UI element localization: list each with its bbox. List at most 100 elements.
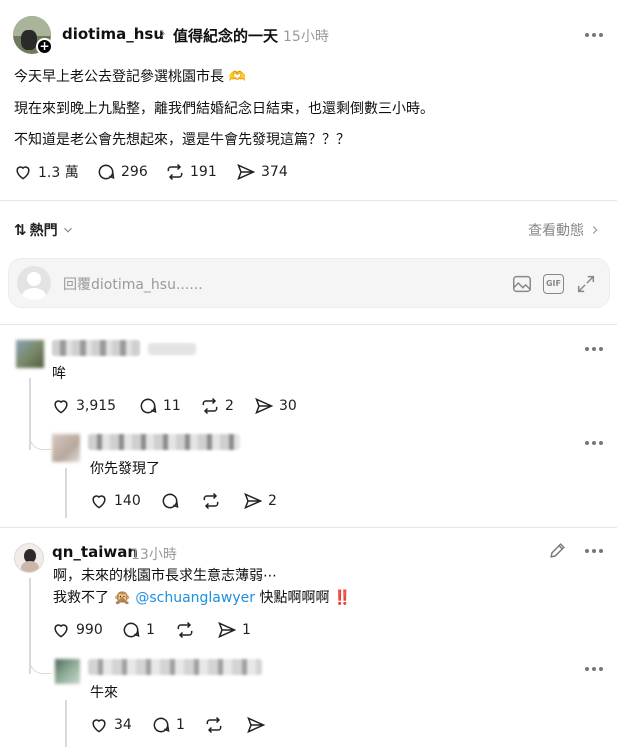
post-more-icon[interactable]: [583, 28, 605, 42]
nested2-share-button[interactable]: [246, 715, 266, 735]
nested1-text: 你先發現了: [90, 461, 160, 477]
reply2-more-icon[interactable]: [583, 544, 605, 558]
reply1-share-button[interactable]: 30: [254, 396, 297, 416]
post-share-button[interactable]: 374: [236, 162, 288, 182]
post-topic[interactable]: 值得紀念的一天: [173, 25, 278, 46]
sort-dropdown[interactable]: ⇅ 熱門: [14, 220, 75, 240]
divider: [0, 324, 617, 325]
nested1-comment-button[interactable]: [160, 491, 180, 511]
reply1-username-blurred[interactable]: [52, 340, 140, 356]
nested1-avatar[interactable]: [52, 434, 80, 462]
reply2-share-count: 1: [242, 622, 251, 638]
mention-link[interactable]: @schuanglawyer: [135, 590, 255, 606]
post-like-button[interactable]: 1.3 萬: [13, 162, 79, 182]
reply2-avatar[interactable]: [14, 543, 44, 573]
nested2-text: 牛來: [90, 685, 118, 701]
comment-icon: [153, 717, 170, 733]
post-username[interactable]: diotima_hsu: [62, 25, 164, 43]
post-time: 15小時: [283, 29, 329, 45]
post-repost-count: 191: [190, 164, 217, 180]
send-icon: [255, 397, 274, 415]
reply2-like-button[interactable]: 990: [51, 620, 103, 640]
image-icon[interactable]: [511, 273, 533, 295]
reply2-comment-count: 1: [146, 622, 155, 638]
nested1-share-count: 2: [268, 493, 277, 509]
expand-icon[interactable]: [575, 273, 597, 295]
thread-curve: [29, 430, 51, 450]
post-line-1: 今天早上老公去登記參選桃園市長 🫶: [14, 69, 246, 85]
nested1-repost-button[interactable]: [201, 491, 221, 511]
thread-curve: [29, 655, 51, 674]
nested2-repost-button[interactable]: [204, 715, 224, 735]
reply1-like-count: 3,915: [76, 398, 117, 414]
reply1-comment-button[interactable]: 11: [138, 396, 181, 416]
reply2-line-2-prefix: 我救不了: [53, 590, 109, 606]
reply-input[interactable]: 回覆diotima_hsu......: [63, 274, 203, 294]
nested1-like-button[interactable]: 140: [89, 491, 141, 511]
repost-icon: [206, 716, 222, 734]
sort-label: 熱門: [29, 223, 58, 239]
post-comment-count: 296: [121, 164, 148, 180]
heart-icon: [54, 400, 68, 414]
nested1-username-blurred[interactable]: [88, 434, 240, 450]
heart-icon: [54, 624, 68, 638]
reply1-like-button[interactable]: 3,915: [51, 396, 116, 416]
chevron-down-icon: [63, 227, 72, 233]
reply1-more-icon[interactable]: [583, 342, 605, 356]
nested1-more-icon[interactable]: [583, 436, 605, 450]
nested2-comment-count: 1: [176, 717, 185, 733]
divider: [0, 527, 617, 528]
view-activity-link[interactable]: 查看動態: [528, 220, 602, 240]
reply2-line-2-suffix: 快點啊啊啊: [259, 590, 330, 606]
send-icon: [237, 163, 256, 181]
post-repost-button[interactable]: 191: [165, 162, 217, 182]
reply2-like-count: 990: [76, 622, 103, 638]
heart-icon: [92, 495, 106, 509]
follow-plus-icon[interactable]: +: [36, 38, 53, 55]
sort-arrows-icon: ⇅: [14, 221, 27, 239]
divider: [0, 200, 617, 201]
repost-icon: [203, 492, 219, 510]
nested2-username-blurred[interactable]: [88, 659, 262, 675]
edit-icon[interactable]: [548, 541, 567, 560]
comment-icon: [98, 164, 115, 180]
reply1-time-blurred: [148, 343, 196, 355]
repost-icon: [202, 397, 218, 415]
thread-line: [65, 468, 67, 518]
chevron-right-icon: [592, 226, 598, 234]
repost-icon: [167, 163, 183, 181]
heart-icon: [92, 719, 106, 733]
reply1-avatar[interactable]: [16, 340, 44, 368]
exclamation-emoji: ‼️: [333, 590, 352, 606]
comment-icon: [140, 398, 157, 414]
send-icon: [244, 492, 263, 510]
nested2-avatar[interactable]: [55, 659, 80, 684]
nested1-like-count: 140: [114, 493, 141, 509]
reply2-repost-button[interactable]: [175, 620, 195, 640]
reply2-share-button[interactable]: 1: [217, 620, 251, 640]
nested2-like-button[interactable]: 34: [89, 715, 132, 735]
reply1-text: 哞: [52, 366, 66, 382]
nested1-share-button[interactable]: 2: [243, 491, 277, 511]
nested2-more-icon[interactable]: [583, 662, 605, 676]
heart-icon: [16, 166, 30, 180]
post-comment-button[interactable]: 296: [96, 162, 148, 182]
send-icon: [247, 716, 266, 734]
gif-icon[interactable]: GIF: [543, 274, 564, 294]
reply2-line-1: 啊，未來的桃園市長求生意志薄弱⋯: [53, 568, 277, 584]
reply2-comment-button[interactable]: 1: [121, 620, 155, 640]
send-icon: [218, 621, 237, 639]
nested2-like-count: 34: [114, 717, 132, 733]
topic-separator: ›: [160, 24, 166, 42]
reply1-repost-count: 2: [225, 398, 234, 414]
reply2-username[interactable]: qn_taiwan: [52, 543, 138, 561]
view-activity-label: 查看動態: [528, 223, 584, 239]
thread-line: [65, 700, 67, 747]
reply2-time: 13小時: [131, 547, 177, 563]
reply1-share-count: 30: [279, 398, 297, 414]
reply-box[interactable]: 回覆diotima_hsu...... GIF: [8, 258, 610, 308]
nested2-comment-button[interactable]: 1: [151, 715, 185, 735]
reply1-repost-button[interactable]: 2: [200, 396, 234, 416]
post-share-count: 374: [261, 164, 288, 180]
reply2-line-2: 我救不了 🙊 @schuanglawyer 快點啊啊啊 ‼️: [53, 587, 351, 607]
